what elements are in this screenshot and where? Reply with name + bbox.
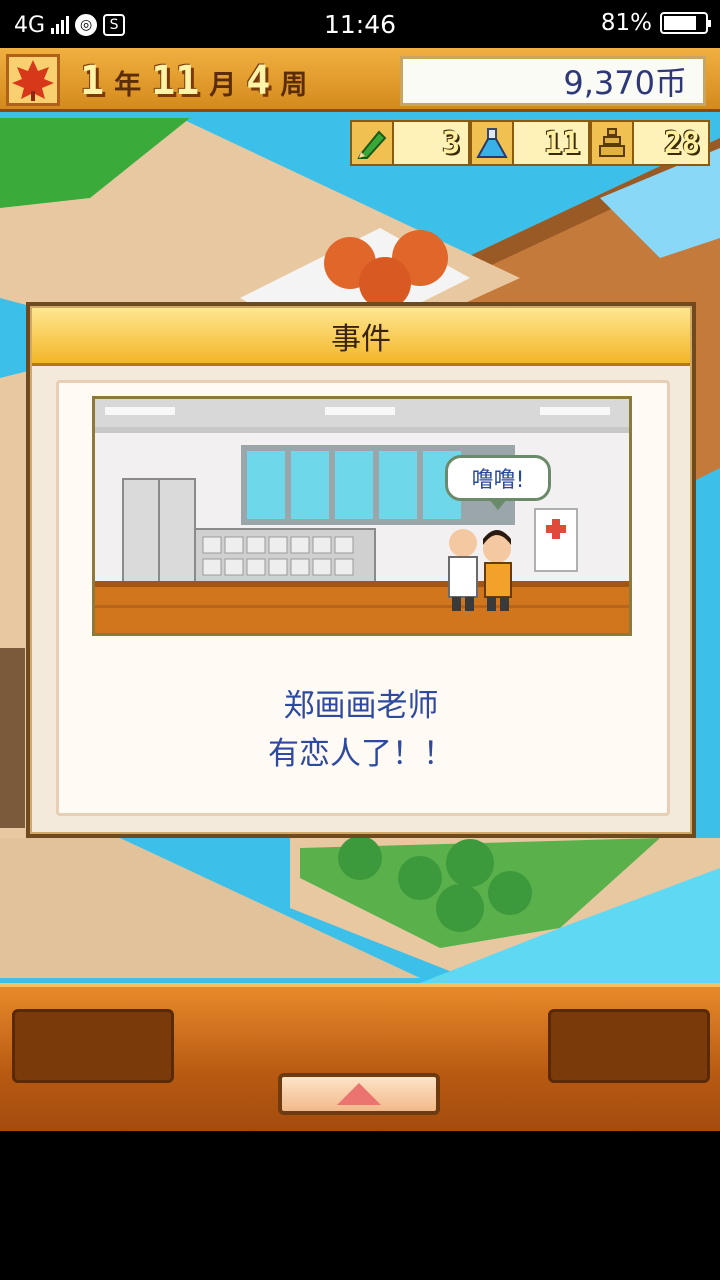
money-display[interactable]: 9,370币 <box>400 56 706 106</box>
event-message: 郑画画老师 有恋人了！！ <box>30 682 692 778</box>
tower-icon[interactable] <box>590 120 634 166</box>
bottom-panel <box>0 983 720 1131</box>
flask-value: 11 <box>514 120 590 166</box>
scene-art <box>95 399 629 633</box>
dialog-header: 事件 <box>32 308 690 366</box>
speech-text: 噜噜! <box>471 468 525 493</box>
triangle-up-icon <box>337 1083 381 1105</box>
left-slot-button[interactable] <box>12 1009 174 1083</box>
resources-bar: 3 11 28 <box>350 120 720 166</box>
open-menu-button[interactable] <box>278 1073 440 1115</box>
battery-icon <box>660 12 711 34</box>
tower-value: 28 <box>634 120 710 166</box>
year-unit: 年 <box>114 70 142 101</box>
event-message-line1: 郑画画老师 <box>283 688 439 724</box>
event-message-line2: 有恋人了！！ <box>268 736 454 772</box>
flask-icon[interactable] <box>470 120 514 166</box>
black-bottom-area <box>0 1131 720 1280</box>
week-number: 4 <box>246 58 271 104</box>
month-number: 11 <box>151 58 200 104</box>
week-unit: 周 <box>280 70 308 101</box>
top-hud: 1 年 11 月 4 周 9,370币 <box>0 48 720 112</box>
battery-percent: 81% <box>600 10 652 36</box>
money-amount: 9,370币 <box>563 64 687 102</box>
status-right: 81% <box>600 10 711 36</box>
status-bar: 4G ◎ S 11:46 81% <box>0 0 720 48</box>
dialog-title: 事件 <box>331 321 391 357</box>
pencil-value: 3 <box>394 120 470 166</box>
pencil-icon[interactable] <box>350 120 394 166</box>
maple-leaf-icon[interactable] <box>6 54 60 106</box>
event-scene: 噜噜! <box>92 396 632 636</box>
right-slot-button[interactable] <box>548 1009 710 1083</box>
speech-bubble: 噜噜! <box>445 455 551 510</box>
game-date: 1 年 11 月 4 周 <box>80 58 307 104</box>
game-screen: 4G ◎ S 11:46 81% 1 年 11 月 4 周 9,370币 3 1… <box>0 0 720 1280</box>
year-number: 1 <box>80 58 105 104</box>
month-unit: 月 <box>209 70 237 101</box>
event-dialog[interactable]: 事件 噜噜! 郑画画老师 有恋人了！！ <box>26 302 696 838</box>
